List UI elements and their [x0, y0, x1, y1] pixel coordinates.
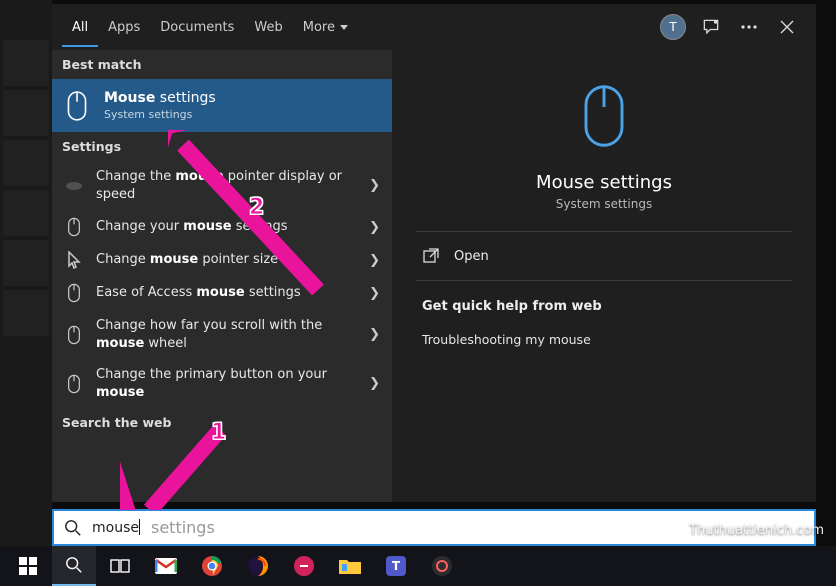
best-match-title: Mouse settings	[104, 90, 216, 106]
best-match-result[interactable]: Mouse settings System settings	[52, 79, 392, 132]
mouse-icon	[64, 283, 84, 303]
desktop-icon[interactable]	[3, 40, 49, 86]
search-suggestion: settings	[151, 518, 215, 537]
settings-result-text: Change the primary button on your mouse	[96, 366, 357, 401]
chevron-right-icon: ❯	[369, 286, 380, 301]
open-action[interactable]: Open	[416, 232, 792, 280]
desktop-icon[interactable]	[3, 190, 49, 236]
taskbar-teams-icon[interactable]: T	[374, 546, 418, 586]
search-icon	[64, 519, 82, 537]
mouse-icon	[577, 82, 631, 154]
settings-result[interactable]: Ease of Access mouse settings ❯	[52, 276, 392, 310]
desktop-icon[interactable]	[3, 290, 49, 336]
more-options-icon[interactable]	[730, 8, 768, 46]
chevron-right-icon: ❯	[369, 178, 380, 193]
mouse-icon	[64, 374, 84, 394]
settings-result[interactable]: Change how far you scroll with the mouse…	[52, 310, 392, 359]
generic-icon	[64, 181, 84, 191]
taskbar-explorer-icon[interactable]	[328, 546, 372, 586]
svg-text:T: T	[392, 559, 401, 573]
tab-more[interactable]: More	[293, 8, 358, 47]
quick-help-header: Get quick help from web	[416, 281, 792, 324]
settings-result[interactable]: Change mouse pointer size ❯	[52, 244, 392, 276]
mouse-icon	[64, 325, 84, 345]
desktop-icon[interactable]	[3, 140, 49, 186]
taskbar-task-view[interactable]	[98, 546, 142, 586]
search-tabs-bar: All Apps Documents Web More T	[52, 4, 816, 50]
preview-title: Mouse settings	[536, 172, 672, 193]
watermark: Thuthuattienich.com	[689, 523, 824, 538]
settings-result[interactable]: Change your mouse settings ❯	[52, 210, 392, 244]
annotation-label-1: 1	[211, 420, 226, 445]
settings-result-text: Change mouse pointer size	[96, 251, 357, 269]
open-label: Open	[454, 249, 489, 264]
open-icon	[422, 247, 440, 265]
avatar-badge: T	[660, 14, 686, 40]
feedback-icon[interactable]	[692, 8, 730, 46]
chevron-right-icon: ❯	[369, 253, 380, 268]
desktop-left-strip	[0, 0, 52, 546]
tab-documents[interactable]: Documents	[150, 8, 244, 47]
chevron-right-icon: ❯	[369, 220, 380, 235]
chevron-right-icon: ❯	[369, 327, 380, 342]
tab-all[interactable]: All	[62, 8, 98, 47]
annotation-label-2: 2	[249, 195, 264, 220]
section-settings: Settings	[52, 132, 392, 161]
taskbar-chrome-icon[interactable]	[190, 546, 234, 586]
best-match-subtitle: System settings	[104, 108, 216, 121]
settings-result-text: Change the mouse pointer display or spee…	[96, 168, 357, 203]
taskbar-app-icon[interactable]	[420, 546, 464, 586]
account-avatar[interactable]: T	[654, 8, 692, 46]
mouse-icon	[64, 217, 84, 237]
taskbar: T	[0, 546, 836, 586]
settings-result-text: Change your mouse settings	[96, 218, 357, 236]
taskbar-app-icon[interactable]	[282, 546, 326, 586]
preview-subtitle: System settings	[556, 197, 652, 211]
settings-result-text: Change how far you scroll with the mouse…	[96, 317, 357, 352]
desktop-icon[interactable]	[3, 90, 49, 136]
preview-pane: Mouse settings System settings Open Get …	[392, 50, 816, 502]
settings-result[interactable]: Change the primary button on your mouse ❯	[52, 359, 392, 408]
start-button[interactable]	[6, 546, 50, 586]
search-typed-text: mouse	[92, 519, 141, 536]
cursor-icon	[64, 251, 84, 269]
taskbar-firefox-icon[interactable]	[236, 546, 280, 586]
settings-result-text: Ease of Access mouse settings	[96, 284, 357, 302]
mouse-icon	[64, 93, 90, 119]
taskbar-search-button[interactable]	[52, 546, 96, 586]
tab-web[interactable]: Web	[244, 8, 292, 47]
close-search-button[interactable]	[768, 8, 806, 46]
taskbar-gmail-icon[interactable]	[144, 546, 188, 586]
desktop-icon[interactable]	[3, 240, 49, 286]
chevron-right-icon: ❯	[369, 376, 380, 391]
quick-help-link[interactable]: Troubleshooting my mouse	[416, 324, 792, 355]
section-best-match: Best match	[52, 50, 392, 79]
tab-apps[interactable]: Apps	[98, 8, 150, 47]
settings-result[interactable]: Change the mouse pointer display or spee…	[52, 161, 392, 210]
